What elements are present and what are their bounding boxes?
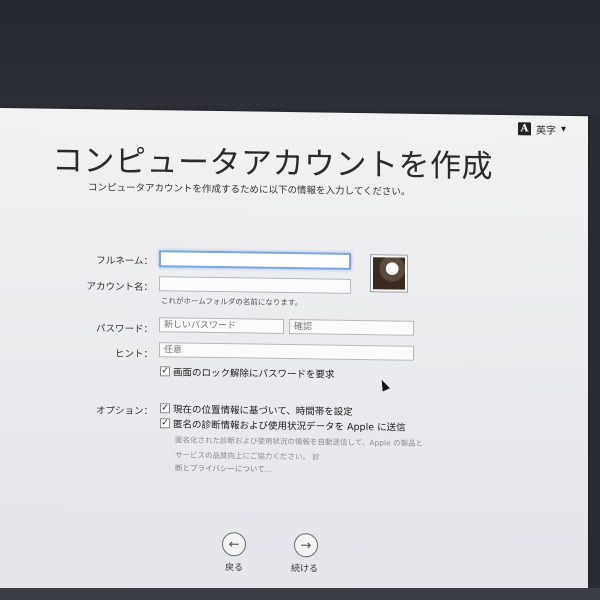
monitor-bezel [0,0,600,115]
password-field[interactable] [159,317,284,334]
account-name-label: アカウント名： [86,281,153,294]
hint-field[interactable] [159,342,414,361]
right-arrow-icon: → [300,537,312,553]
continue-button[interactable]: → [294,533,318,558]
hint-label: ヒント： [114,348,153,361]
fullname-field[interactable] [159,250,351,270]
input-source-icon: A [517,122,531,136]
fullname-label: フルネーム： [96,255,153,268]
chevron-down-icon: ▾ [560,123,566,135]
account-name-field[interactable] [159,276,351,294]
diagnostics-checkbox-row[interactable]: ✓ 匿名の診断情報および使用状況データを Apple に送信 [160,416,406,434]
eagle-avatar-icon [373,257,405,290]
continue-label[interactable]: 続ける [291,561,318,574]
options-label: オプション： [95,405,153,418]
mouse-cursor [378,378,390,392]
input-source-menu[interactable]: A 英字 ▾ [517,121,566,137]
lock-password-checkbox-row[interactable]: ✓ 画面のロック解除にパスワードを要求 [160,364,335,381]
timezone-checkbox[interactable]: ✓ [160,403,170,414]
diagnostics-checkbox[interactable]: ✓ [160,418,170,429]
timezone-checkbox-row[interactable]: ✓ 現在の位置情報に基づいて、時間帯を設定 [160,401,353,418]
monitor-bezel-bottom [0,588,600,600]
password-label: パスワード： [95,323,153,336]
back-label[interactable]: 戻る [225,560,243,573]
input-source-label: 英字 [535,125,556,137]
back-button[interactable]: ← [222,532,246,557]
password-confirm-field[interactable] [289,319,414,336]
page-title: コンピュータアカウントを作成 [52,142,493,185]
privacy-description: 匿名化された診断および使用状況の情報を自動送信して、Apple の製品とサービス… [175,435,424,462]
account-name-note: これがホームフォルダの名前になります。 [161,296,303,308]
lock-password-checkbox[interactable]: ✓ [160,366,170,377]
setup-assistant-window: A 英字 ▾ コンピュータアカウントを作成 コンピュータアカウントを作成するため… [0,108,588,597]
timezone-checkbox-label: 現在の位置情報に基づいて、時間帯を設定 [173,404,353,418]
lock-password-checkbox-label: 画面のロック解除にパスワードを要求 [173,367,335,381]
diagnostics-checkbox-label: 匿名の診断情報および使用状況データを Apple に送信 [173,419,406,434]
privacy-link[interactable]: 断とプライバシーについて... [175,462,272,474]
user-picture-button[interactable] [370,254,408,293]
left-arrow-icon: ← [228,536,240,552]
